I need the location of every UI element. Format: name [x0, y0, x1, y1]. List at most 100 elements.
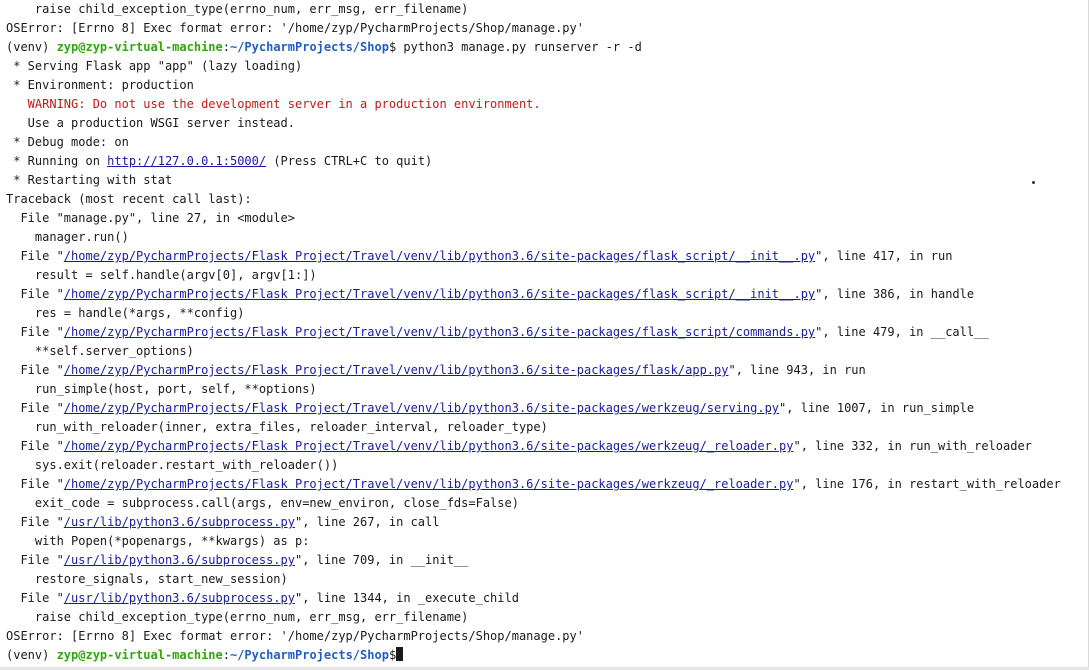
terminal-text: File ": [6, 325, 64, 339]
terminal-line: File "/home/zyp/PycharmProjects/Flask Pr…: [6, 285, 1088, 304]
terminal-text: :: [222, 648, 230, 662]
terminal-line: OSError: [Errno 8] Exec format error: '/…: [6, 19, 1088, 38]
terminal-text: File ": [6, 515, 64, 529]
terminal-text: :: [222, 40, 230, 54]
prompt-working-directory: ~/PycharmProjects/Shop: [229, 648, 389, 662]
file-path-link[interactable]: /home/zyp/PycharmProjects/Flask Project/…: [64, 401, 779, 415]
terminal-line: with Popen(*popenargs, **kwargs) as p:: [6, 532, 1088, 551]
terminal-line: File "/home/zyp/PycharmProjects/Flask Pr…: [6, 323, 1088, 342]
file-path-link[interactable]: /home/zyp/PycharmProjects/Flask Project/…: [64, 363, 729, 377]
warning-message: WARNING: Do not use the development serv…: [6, 97, 541, 111]
terminal-text: File ": [6, 249, 64, 263]
terminal-text: OSError: [Errno 8] Exec format error: '/…: [6, 629, 584, 643]
terminal-text: (venv): [6, 40, 57, 54]
prompt-user-host: zyp@zyp-virtual-machine: [56, 40, 223, 54]
terminal-text: * Serving Flask app "app" (lazy loading): [6, 59, 303, 73]
terminal-text: $: [388, 648, 397, 662]
terminal-text: sys.exit(reloader.restart_with_reloader(…: [6, 458, 339, 472]
terminal-text: ", line 176, in restart_with_reloader: [793, 477, 1061, 491]
terminal-text: * Restarting with stat: [6, 173, 173, 187]
file-path-link[interactable]: /home/zyp/PycharmProjects/Flask Project/…: [64, 325, 815, 339]
terminal-line: * Running on http://127.0.0.1:5000/ (Pre…: [6, 152, 1088, 171]
file-path-link[interactable]: /home/zyp/PycharmProjects/Flask Project/…: [64, 477, 794, 491]
file-path-link[interactable]: /usr/lib/python3.6/subprocess.py: [64, 515, 295, 529]
terminal-text: manager.run(): [6, 230, 129, 244]
file-path-link[interactable]: /usr/lib/python3.6/subprocess.py: [64, 591, 295, 605]
terminal-line: File "/usr/lib/python3.6/subprocess.py",…: [6, 589, 1088, 608]
terminal-text: result = self.handle(argv[0], argv[1:]): [6, 268, 317, 282]
mouse-pointer-dot: [1032, 181, 1035, 184]
terminal-text: * Environment: production: [6, 78, 194, 92]
terminal-text: restore_signals, start_new_session): [6, 572, 288, 586]
terminal-text: $ python3 manage.py runserver -r -d: [388, 40, 642, 54]
terminal-text: ", line 709, in __init__: [294, 553, 469, 567]
terminal-text: File ": [6, 401, 64, 415]
terminal-text: ", line 479, in __call__: [815, 325, 989, 339]
terminal-text: run_simple(host, port, self, **options): [6, 382, 317, 396]
text-cursor: [396, 647, 404, 661]
terminal-line: result = self.handle(argv[0], argv[1:]): [6, 266, 1088, 285]
terminal-line: File "/usr/lib/python3.6/subprocess.py",…: [6, 551, 1088, 570]
terminal-text: ", line 386, in handle: [815, 287, 975, 301]
terminal-line: raise child_exception_type(errno_num, er…: [6, 608, 1088, 627]
terminal-line: * Environment: production: [6, 76, 1088, 95]
terminal-text: run_with_reloader(inner, extra_files, re…: [6, 420, 548, 434]
prompt-working-directory: ~/PycharmProjects/Shop: [229, 40, 389, 54]
terminal-line: Use a production WSGI server instead.: [6, 114, 1088, 133]
file-path-link[interactable]: http://127.0.0.1:5000/: [107, 154, 266, 168]
file-path-link[interactable]: /usr/lib/python3.6/subprocess.py: [64, 553, 295, 567]
terminal-text: ", line 1007, in run_simple: [779, 401, 975, 415]
terminal-text: ", line 943, in run: [728, 363, 866, 377]
terminal-line: OSError: [Errno 8] Exec format error: '/…: [6, 627, 1088, 646]
terminal-text: File ": [6, 591, 64, 605]
terminal-text: ", line 267, in call: [294, 515, 440, 529]
terminal-line: File "manage.py", line 27, in <module>: [6, 209, 1088, 228]
terminal-line: run_simple(host, port, self, **options): [6, 380, 1088, 399]
terminal-line: manager.run(): [6, 228, 1088, 247]
terminal-text: (Press CTRL+C to quit): [266, 154, 433, 168]
terminal-text: File "manage.py", line 27, in <module>: [6, 211, 295, 225]
terminal-line: run_with_reloader(inner, extra_files, re…: [6, 418, 1088, 437]
terminal-line: (venv) zyp@zyp-virtual-machine:~/Pycharm…: [6, 646, 1088, 665]
terminal-text: **self.server_options): [6, 344, 194, 358]
file-path-link[interactable]: /home/zyp/PycharmProjects/Flask Project/…: [64, 287, 815, 301]
terminal-line: WARNING: Do not use the development serv…: [6, 95, 1088, 114]
terminal-text: File ": [6, 287, 64, 301]
terminal-text: raise child_exception_type(errno_num, er…: [6, 2, 469, 16]
file-path-link[interactable]: /home/zyp/PycharmProjects/Flask Project/…: [64, 249, 815, 263]
terminal-text: File ": [6, 363, 64, 377]
terminal-text: with Popen(*popenargs, **kwargs) as p:: [6, 534, 310, 548]
terminal-text: ", line 332, in run_with_reloader: [793, 439, 1032, 453]
terminal-line: res = handle(*args, **config): [6, 304, 1088, 323]
terminal-text: File ": [6, 477, 64, 491]
terminal-text: exit_code = subprocess.call(args, env=ne…: [6, 496, 519, 510]
terminal-line: File "/home/zyp/PycharmProjects/Flask Pr…: [6, 399, 1088, 418]
terminal-text: Use a production WSGI server instead.: [6, 116, 295, 130]
terminal-line: * Serving Flask app "app" (lazy loading): [6, 57, 1088, 76]
terminal-line: File "/home/zyp/PycharmProjects/Flask Pr…: [6, 361, 1088, 380]
terminal-text: * Debug mode: on: [6, 135, 129, 149]
terminal-text: File ": [6, 553, 64, 567]
terminal-line: File "/home/zyp/PycharmProjects/Flask Pr…: [6, 247, 1088, 266]
terminal-text: * Running on: [6, 154, 108, 168]
terminal-line: restore_signals, start_new_session): [6, 570, 1088, 589]
terminal-text: Traceback (most recent call last):: [6, 192, 252, 206]
terminal-output[interactable]: raise child_exception_type(errno_num, er…: [0, 0, 1089, 670]
terminal-text: ", line 417, in run: [815, 249, 953, 263]
terminal-line: (venv) zyp@zyp-virtual-machine:~/Pycharm…: [6, 38, 1088, 57]
terminal-line: File "/home/zyp/PycharmProjects/Flask Pr…: [6, 475, 1088, 494]
terminal-line: File "/home/zyp/PycharmProjects/Flask Pr…: [6, 437, 1088, 456]
terminal-text: File ": [6, 439, 64, 453]
terminal-line: * Debug mode: on: [6, 133, 1088, 152]
terminal-text: OSError: [Errno 8] Exec format error: '/…: [6, 21, 584, 35]
terminal-text: (venv): [6, 648, 57, 662]
terminal-line: raise child_exception_type(errno_num, er…: [6, 0, 1088, 19]
terminal-text: ", line 1344, in _execute_child: [294, 591, 519, 605]
prompt-user-host: zyp@zyp-virtual-machine: [56, 648, 223, 662]
terminal-line: exit_code = subprocess.call(args, env=ne…: [6, 494, 1088, 513]
terminal-text: raise child_exception_type(errno_num, er…: [6, 610, 469, 624]
terminal-line: * Restarting with stat: [6, 171, 1088, 190]
file-path-link[interactable]: /home/zyp/PycharmProjects/Flask Project/…: [64, 439, 794, 453]
terminal-line: Traceback (most recent call last):: [6, 190, 1088, 209]
terminal-line: File "/usr/lib/python3.6/subprocess.py",…: [6, 513, 1088, 532]
